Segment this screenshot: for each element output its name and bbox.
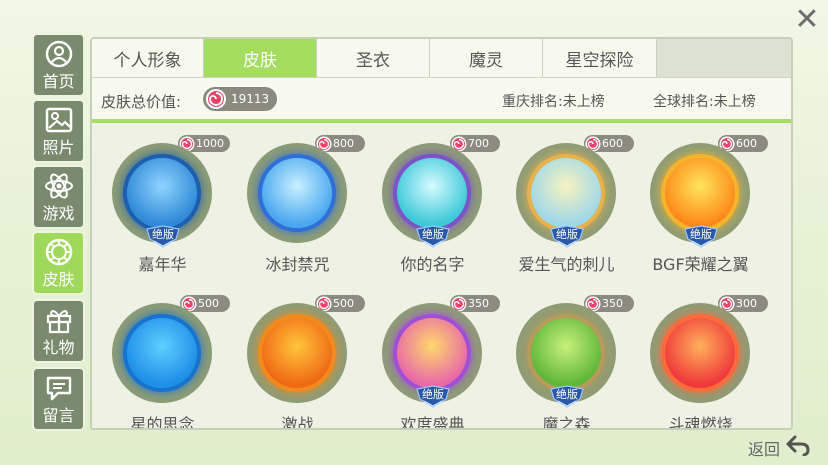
skin-price-value: 350 (602, 297, 623, 310)
skin-preview-icon (665, 158, 735, 228)
skin-grid: 1000 绝版 嘉年华 800 冰封禁咒 700 绝版 你的名字 600 绝版 爱生气的刺儿 600 绝… (92, 123, 791, 430)
skin-preview-icon (397, 318, 467, 388)
skin-card[interactable]: 350 绝版欢度盛典 (365, 283, 500, 430)
skin-name: 斗魂燃烧 (668, 415, 733, 430)
sidebar-item-photos[interactable]: 照片 (32, 99, 85, 163)
sidebar-item-label: 游戏 (42, 204, 75, 223)
sidebar-item-label: 留言 (42, 406, 75, 425)
skin-name: 嘉年华 (138, 255, 187, 274)
skin-price-value: 350 (468, 297, 489, 310)
info-bar: 皮肤总价值: 19113 重庆排名:未上榜 全球排名:未上榜 (92, 77, 791, 121)
back-button[interactable]: 返回 (748, 434, 810, 460)
sidebar-item-label: 礼物 (42, 338, 75, 357)
skin-total-label: 皮肤总价值: (101, 93, 182, 111)
tab-holy-cloth[interactable]: 圣衣 (317, 39, 430, 77)
skin-card[interactable]: 1000 绝版嘉年华 (95, 123, 230, 274)
skin-card[interactable]: 600 绝版 BGF荣耀之翼 (633, 123, 768, 274)
sidebar-item-label: 首页 (42, 72, 75, 91)
skin-card[interactable]: 800 冰封禁咒 (230, 123, 365, 274)
skin-preview-icon (127, 318, 197, 388)
limited-badge-label: 绝版 (422, 388, 444, 401)
skin-card[interactable]: 300 斗魂燃烧 (633, 283, 768, 430)
sidebar-item-home[interactable]: 首页 (32, 33, 85, 97)
sidebar: 首页 照片 游戏 皮肤 礼物 留言 (32, 33, 85, 433)
skin-card[interactable]: 700 绝版你的名字 (365, 123, 500, 274)
skin-preview-icon (397, 158, 467, 228)
skin-price-value: 500 (198, 297, 219, 310)
back-arrow-icon (786, 434, 810, 460)
gift-icon (34, 304, 83, 336)
tab-spirits[interactable]: 魔灵 (430, 39, 543, 77)
limited-edition-badge: 绝版 (548, 225, 586, 248)
atom-icon (34, 170, 83, 202)
skin-name: BGF荣耀之翼 (652, 255, 749, 274)
message-icon (34, 372, 83, 404)
skin-icon (34, 236, 83, 268)
skin-price-value: 500 (333, 297, 354, 310)
skin-preview-icon (262, 318, 332, 388)
local-rank: 重庆排名:未上榜 (502, 94, 605, 110)
skin-preview-icon (531, 158, 601, 228)
skin-price-value: 800 (333, 137, 354, 150)
skin-preview-icon (127, 158, 197, 228)
skin-total-number: 19113 (231, 92, 270, 106)
tab-bar-empty (657, 39, 791, 77)
limited-edition-badge: 绝版 (548, 385, 586, 408)
skin-card[interactable]: 350 绝版魔之森 (499, 283, 634, 430)
sidebar-item-label: 照片 (42, 138, 75, 157)
limited-edition-badge: 绝版 (414, 225, 452, 248)
skin-name: 欢度盛典 (400, 415, 465, 430)
skin-total-value: 19113 (203, 87, 277, 111)
skin-price-value: 300 (736, 297, 757, 310)
sidebar-item-games[interactable]: 游戏 (32, 165, 85, 229)
skin-price-value: 700 (468, 137, 489, 150)
skin-price-value: 600 (736, 137, 757, 150)
skin-price-value: 600 (602, 137, 623, 150)
profile-icon (34, 38, 83, 70)
skin-card[interactable]: 500 激战 (230, 283, 365, 430)
sidebar-item-label: 皮肤 (42, 270, 75, 289)
skin-card[interactable]: 600 绝版爱生气的刺儿 (499, 123, 634, 274)
back-label: 返回 (748, 440, 781, 459)
limited-badge-label: 绝版 (152, 228, 174, 241)
limited-badge-label: 绝版 (422, 228, 444, 241)
limited-edition-badge: 绝版 (682, 225, 720, 248)
skin-name: 星的思念 (130, 415, 195, 430)
sidebar-item-gifts[interactable]: 礼物 (32, 299, 85, 363)
skin-preview-icon (665, 318, 735, 388)
skin-name: 你的名字 (400, 255, 465, 274)
skin-preview-icon (262, 158, 332, 228)
tab-avatar[interactable]: 个人形象 (92, 39, 204, 77)
limited-badge-label: 绝版 (690, 228, 712, 241)
skin-name: 魔之森 (542, 415, 591, 430)
skin-name: 冰封禁咒 (265, 255, 330, 274)
coin-icon (205, 88, 227, 118)
skin-price-value: 1000 (196, 137, 224, 150)
sidebar-item-skins[interactable]: 皮肤 (32, 231, 85, 295)
limited-badge-label: 绝版 (556, 388, 578, 401)
skin-preview-icon (531, 318, 601, 388)
limited-edition-badge: 绝版 (414, 385, 452, 408)
skin-name: 爱生气的刺儿 (518, 255, 615, 274)
sidebar-item-messages[interactable]: 留言 (32, 367, 85, 431)
photo-icon (34, 104, 83, 136)
tab-skins[interactable]: 皮肤 (204, 39, 317, 77)
limited-edition-badge: 绝版 (144, 225, 182, 248)
close-button[interactable]: ✕ (792, 5, 822, 35)
skin-name: 激战 (281, 415, 314, 430)
skin-card[interactable]: 500 星的思念 (95, 283, 230, 430)
tab-star-adventure[interactable]: 星空探险 (543, 39, 657, 77)
limited-badge-label: 绝版 (556, 228, 578, 241)
global-rank: 全球排名:未上榜 (653, 94, 756, 110)
tab-bar: 个人形象 皮肤 圣衣 魔灵 星空探险 (92, 39, 791, 77)
skins-panel: 个人形象 皮肤 圣衣 魔灵 星空探险 皮肤总价值: 19113 重庆排名:未上榜… (90, 37, 793, 430)
